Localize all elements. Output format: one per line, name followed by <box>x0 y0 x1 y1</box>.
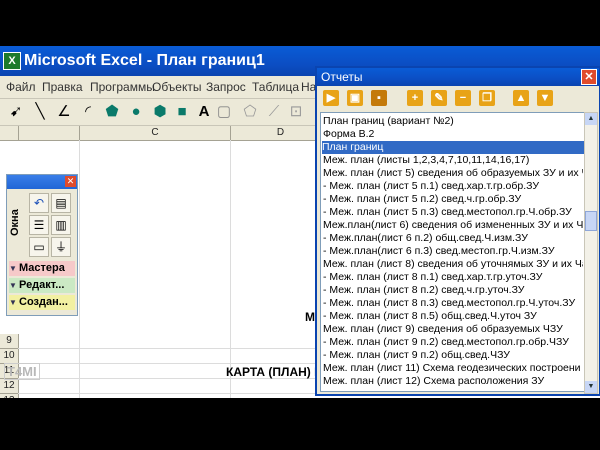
form-icon[interactable]: ▥ <box>51 215 71 235</box>
report-list-item[interactable]: - Меж. план (лист 9 п.2) свед.местопол.г… <box>323 336 583 349</box>
edit-icon[interactable]: ✎ <box>431 90 447 106</box>
reports-list[interactable]: План границ (вариант №2) Форма В.2 План гр… <box>320 112 586 392</box>
row-header-9[interactable]: 9 <box>0 334 19 349</box>
scroll-thumb[interactable] <box>585 211 597 231</box>
arc-tool-icon[interactable]: ◜ <box>78 102 98 122</box>
report-list-item[interactable]: Меж. план (лист 5) сведения об образуемы… <box>323 167 583 180</box>
close-icon[interactable]: ✕ <box>581 69 597 85</box>
corner-header[interactable] <box>0 126 19 141</box>
grid-line <box>79 140 80 398</box>
row-header-12[interactable]: 12 <box>0 379 19 394</box>
menu-query[interactable]: Запрос <box>206 80 246 94</box>
preview-icon[interactable]: ▣ <box>347 90 363 106</box>
column-header-c[interactable]: C <box>80 126 231 141</box>
menu-objects[interactable]: Объекты <box>152 80 202 94</box>
report-list-item[interactable]: Меж.план(лист 6) сведения об измененных … <box>323 219 583 232</box>
okna-row-label: Создан... <box>19 296 68 308</box>
report-list-item[interactable]: Меж. план (лист 8) сведения об уточнямых… <box>323 258 583 271</box>
report-list-item[interactable]: - Меж. план (лист 8 п.2) свед.ч.гр.уточ.… <box>323 284 583 297</box>
report-list-item[interactable]: - Меж.план(лист 6 п.3) свед.местоп.гр.Ч.… <box>323 245 583 258</box>
close-icon[interactable]: ✕ <box>65 176 76 187</box>
drawing-toolbar: ➹ ╲ ∠ ◜ ⬟ ● ⬢ ■ A ▢ ⬠ ⟋ ⊡ <box>0 99 330 126</box>
run-icon[interactable]: ▶ <box>323 90 339 106</box>
grid-line <box>18 393 330 394</box>
report-list-item[interactable]: - Меж. план (лист 5 п.2) свед.ч.гр.обр.З… <box>323 193 583 206</box>
hexagon-tool-icon[interactable]: ⬢ <box>150 102 170 122</box>
chevron-down-icon: ▼ <box>9 264 17 273</box>
scroll-up-icon[interactable]: ▲ <box>585 113 597 125</box>
okna-row-editor[interactable]: ▼ Редакт... <box>9 278 75 293</box>
report-list-item[interactable]: - Меж.план(лист 6 п.2) общ.свед.Ч.изм.ЗУ <box>323 232 583 245</box>
okna-row-masters[interactable]: ▼ Мастера <box>9 261 75 276</box>
report-list-item[interactable]: - Меж. план (лист 5 п.1) свед.хар.т.гр.о… <box>323 180 583 193</box>
okna-row-label: Мастера <box>19 262 65 274</box>
window-icon[interactable]: ▤ <box>51 193 71 213</box>
report-list-item[interactable]: План границ (вариант №2) <box>323 115 583 128</box>
report-list-item[interactable]: Меж. план (лист 12) Схема расположения З… <box>323 375 583 388</box>
screen: X Microsoft Excel - План границ1 Файл Пр… <box>0 46 600 398</box>
copy-icon[interactable]: ❐ <box>479 90 495 106</box>
window-title: Microsoft Excel - План границ1 <box>24 52 265 69</box>
okna-toolbar: ✕ Окна ↶ ▤ ☰ ▥ ▭ ⏚ ▼ Мастера ▼ Редакт... ▼… <box>6 174 78 316</box>
cell-map-title[interactable]: КАРТА (ПЛАН) Г <box>226 365 321 379</box>
shape-tool-icon[interactable]: ⬠ <box>240 102 260 122</box>
undo-icon[interactable]: ↶ <box>29 193 49 213</box>
reports-scrollbar[interactable]: ▲ ▼ <box>584 112 598 394</box>
report-list-item[interactable]: - Меж. план (лист 8 п.1) свед.хар.т.гр.у… <box>323 271 583 284</box>
row-header-10[interactable]: 10 <box>0 349 19 364</box>
report-list-item[interactable]: - Меж. план (лист 8 п.3) свед.местопол.г… <box>323 297 583 310</box>
letterbox-bottom <box>0 398 600 450</box>
line-tool-icon[interactable]: ╲ <box>30 102 50 122</box>
reports-toolbar: ▶ ▣ ▪ + ✎ − ❐ ▲ ▼ <box>317 88 599 108</box>
watermark: T4MI <box>4 363 40 380</box>
report-list-item[interactable]: Меж. план (лист 11) Схема геодезических … <box>323 362 583 375</box>
menu-programs[interactable]: Программы <box>90 80 155 94</box>
reports-title: Отчеты <box>321 70 363 84</box>
report-list-item[interactable]: - Меж. план (лист 9 п.2) общ.свед.ЧЗУ <box>323 349 583 362</box>
okna-row-label: Редакт... <box>19 279 65 291</box>
report-list-item[interactable]: Меж. план (лист 9) сведения об образуемы… <box>323 323 583 336</box>
report-list-item[interactable]: Меж. план (листы 1,2,3,4,7,10,11,14,16,1… <box>323 154 583 167</box>
report-list-item[interactable]: План границ <box>322 141 584 154</box>
document-icon[interactable]: ▭ <box>29 237 49 257</box>
report-list-item[interactable]: - Меж. план (лист 5 п.3) свед.местопол.г… <box>323 206 583 219</box>
move-up-icon[interactable]: ▲ <box>513 90 529 106</box>
edit-tool-icon[interactable]: ⊡ <box>286 102 306 122</box>
pentagon-tool-icon[interactable]: ⬟ <box>102 102 122 122</box>
grid-line <box>230 140 231 398</box>
select-pointer-icon[interactable]: ➹ <box>6 102 26 122</box>
chevron-down-icon: ▼ <box>9 281 17 290</box>
node-tool-icon[interactable]: ⟋ <box>264 102 284 122</box>
menu-file[interactable]: Файл <box>6 80 36 94</box>
frame-tool-icon[interactable]: ▢ <box>214 102 234 122</box>
excel-icon: X <box>3 52 21 70</box>
report-list-item[interactable]: Форма В.2 <box>323 128 583 141</box>
filter-icon[interactable]: ⏚ <box>51 237 71 257</box>
okna-row-create[interactable]: ▼ Создан... <box>9 295 75 310</box>
menu-edit[interactable]: Правка <box>42 80 83 94</box>
chevron-down-icon: ▼ <box>9 298 17 307</box>
reports-title-bar[interactable]: Отчеты ✕ <box>317 68 599 86</box>
rectangle-tool-icon[interactable]: ■ <box>172 102 192 122</box>
polyline-tool-icon[interactable]: ∠ <box>54 102 74 122</box>
move-down-icon[interactable]: ▼ <box>537 90 553 106</box>
column-header-b[interactable] <box>19 126 80 141</box>
okna-title-bar[interactable]: ✕ <box>7 175 77 189</box>
report-list-item[interactable]: - Меж. план (лист 8 п.5) общ.свед.Ч.уточ… <box>323 310 583 323</box>
ellipse-tool-icon[interactable]: ● <box>126 102 146 122</box>
add-icon[interactable]: + <box>407 90 423 106</box>
save-icon[interactable]: ▪ <box>371 90 387 106</box>
okna-label: Окна <box>9 209 21 237</box>
remove-icon[interactable]: − <box>455 90 471 106</box>
layers-icon[interactable]: ☰ <box>29 215 49 235</box>
grid-line <box>18 348 330 349</box>
reports-window: Отчеты ✕ ▶ ▣ ▪ + ✎ − ❐ ▲ ▼ План границ (… <box>315 66 600 396</box>
scroll-down-icon[interactable]: ▼ <box>585 381 597 393</box>
menu-table[interactable]: Таблица <box>252 80 299 94</box>
text-tool-icon[interactable]: A <box>194 102 214 122</box>
grid-line <box>18 363 330 364</box>
